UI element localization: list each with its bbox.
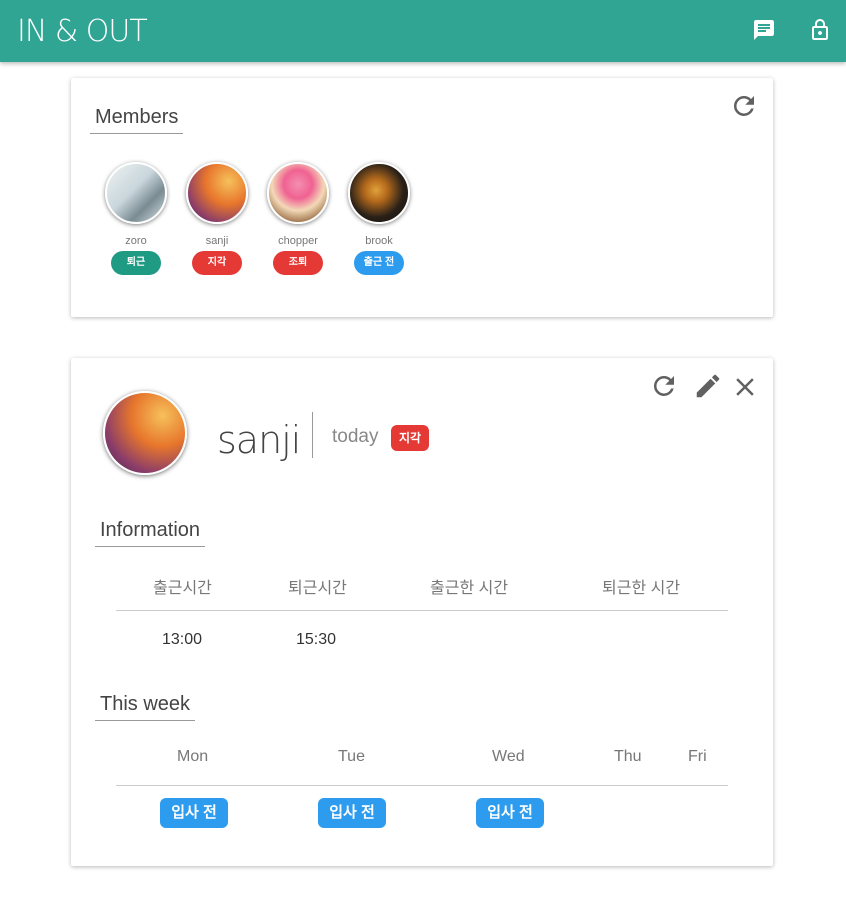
avatar (348, 162, 410, 224)
day-header: Thu (614, 748, 642, 765)
this-week-title: This week (95, 693, 196, 721)
status-badge: 퇴근 (111, 251, 161, 275)
information-title: Information (95, 519, 206, 547)
divider (312, 412, 313, 458)
table-divider (116, 785, 728, 786)
day-header: Fri (688, 748, 707, 765)
day-header: Tue (338, 748, 365, 765)
status-badge: 입사 전 (476, 798, 544, 828)
table-cell: 15:30 (296, 631, 337, 648)
table-cell: 13:00 (162, 631, 203, 648)
member-zoro[interactable]: zoro 퇴근 (101, 162, 171, 275)
status-badge: 조퇴 (273, 251, 323, 275)
status-badge: 입사 전 (160, 798, 228, 828)
status-badge: 지각 (192, 251, 242, 275)
day-header: Mon (177, 748, 209, 765)
avatar (186, 162, 248, 224)
app-title: IN & OUT (17, 14, 148, 49)
avatar (267, 162, 329, 224)
members-title: Members (90, 106, 184, 134)
member-name: zoro (125, 235, 147, 247)
member-sanji[interactable]: sanji 지각 (182, 162, 252, 275)
members-card: Members zoro 퇴근 sanji 지각 chopper 조퇴 broo… (71, 78, 773, 317)
message-icon[interactable] (752, 18, 776, 42)
status-badge: 출근 전 (354, 251, 404, 275)
avatar (105, 162, 167, 224)
column-header: 출근시간 (153, 580, 212, 597)
today-label: today (332, 426, 379, 447)
column-header: 퇴근한 시간 (602, 580, 681, 597)
day-header: Wed (492, 748, 525, 765)
refresh-icon[interactable] (729, 91, 759, 121)
member-name: chopper (278, 235, 318, 247)
table-divider (116, 610, 728, 611)
member-name: sanji (205, 235, 229, 247)
column-header: 퇴근시간 (288, 580, 347, 597)
app-bar: IN & OUT (0, 0, 846, 62)
column-header: 출근한 시간 (430, 580, 509, 597)
member-name-heading: sanji (217, 418, 301, 462)
lock-icon[interactable] (808, 18, 832, 42)
member-name: brook (365, 235, 393, 247)
status-badge: 지각 (391, 425, 430, 451)
refresh-icon[interactable] (649, 371, 679, 401)
close-icon[interactable] (730, 372, 760, 402)
avatar (103, 391, 187, 475)
member-detail-card: sanji today 지각 Information 출근시간 퇴근시간 출근한… (71, 358, 773, 866)
member-chopper[interactable]: chopper 조퇴 (263, 162, 333, 275)
status-badge: 입사 전 (318, 798, 386, 828)
member-brook[interactable]: brook 출근 전 (344, 162, 414, 275)
edit-icon[interactable] (693, 371, 723, 401)
